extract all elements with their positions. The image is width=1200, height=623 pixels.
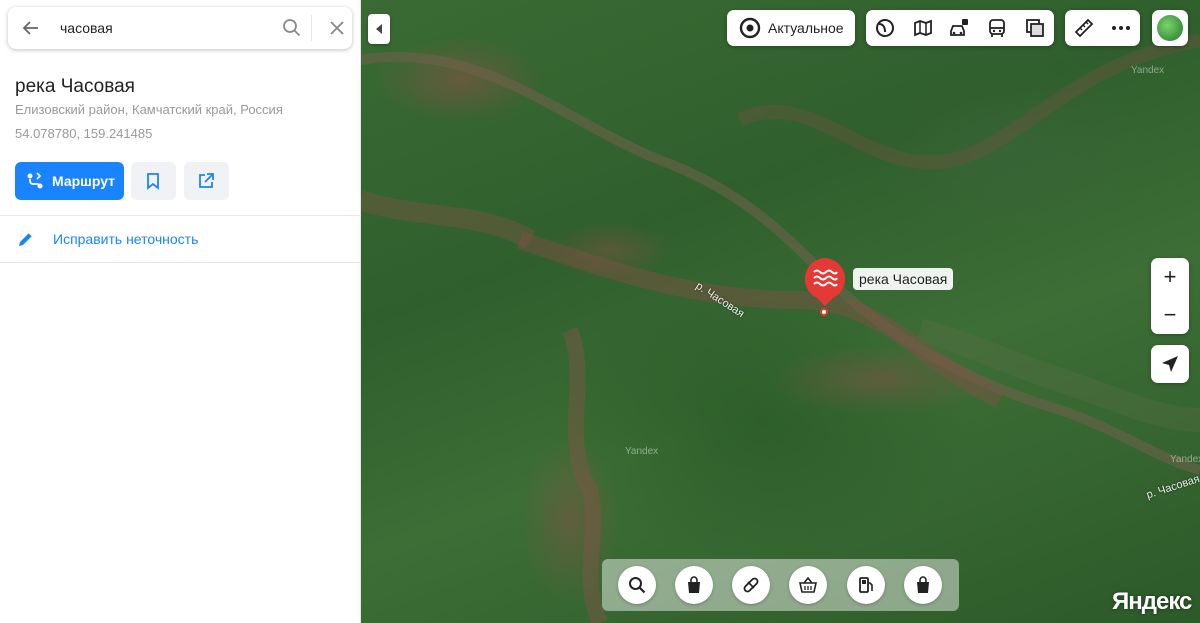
locate-me-button[interactable] xyxy=(1151,345,1189,383)
navigation-arrow-icon xyxy=(1162,356,1178,372)
grocery-basket-icon xyxy=(799,576,817,593)
place-address: Елизовский район, Камчатский край, Росси… xyxy=(15,102,283,117)
bookmark-icon xyxy=(147,173,159,190)
map-watermark: Yandex xyxy=(625,446,659,457)
search-bar: часовая xyxy=(8,7,352,49)
search-icon[interactable] xyxy=(281,17,303,39)
map-watermark: Yandex xyxy=(1170,454,1200,465)
satellite-map[interactable] xyxy=(360,0,1200,623)
map-watermark: Yandex xyxy=(1131,65,1165,76)
place-coordinates[interactable]: 54.078780, 159.241485 xyxy=(15,126,152,141)
search-icon xyxy=(629,577,646,594)
pencil-icon xyxy=(19,232,33,246)
share-icon xyxy=(199,173,214,188)
sidebar: часовая река Часовая Елизовский район, К… xyxy=(0,0,361,623)
ruler-icon[interactable] xyxy=(1073,17,1095,39)
fix-inaccuracy-label: Исправить неточность xyxy=(53,231,199,247)
category-shopping-button[interactable] xyxy=(904,566,942,604)
close-icon[interactable] xyxy=(326,17,348,39)
marker-point xyxy=(820,308,828,316)
fix-inaccuracy-link[interactable]: Исправить неточность xyxy=(0,216,360,262)
back-arrow-icon[interactable] xyxy=(20,17,42,39)
layers-icon[interactable] xyxy=(1024,17,1046,39)
user-avatar[interactable] xyxy=(1152,10,1188,46)
category-grocery-button[interactable] xyxy=(789,566,827,604)
map-type-icon[interactable] xyxy=(874,17,896,39)
gas-station-icon xyxy=(859,577,873,593)
bookmark-button[interactable] xyxy=(131,162,176,200)
category-pharmacy-button[interactable] xyxy=(732,566,770,604)
map-layers-toolbar xyxy=(866,10,1054,46)
caret-left-icon xyxy=(376,24,382,34)
tools-toolbar xyxy=(1065,10,1140,46)
target-icon xyxy=(739,17,761,39)
actual-layer-button[interactable]: Актуальное xyxy=(727,10,855,46)
zoom-control: + − xyxy=(1151,258,1189,334)
route-icon xyxy=(27,172,43,189)
zoom-in-button[interactable]: + xyxy=(1151,258,1189,296)
yandex-logo: Яндекс xyxy=(1112,588,1192,615)
search-divider xyxy=(311,15,312,41)
pharmacy-icon xyxy=(743,577,759,593)
collapse-sidebar-button[interactable] xyxy=(368,14,390,44)
actual-layer-label: Актуальное xyxy=(768,20,844,36)
traffic-icon[interactable] xyxy=(948,17,970,39)
route-button[interactable]: Маршрут xyxy=(15,162,124,200)
divider xyxy=(0,262,360,263)
avatar-image xyxy=(1157,15,1183,41)
panorama-icon[interactable] xyxy=(912,17,934,39)
shopping-bag-icon xyxy=(917,576,929,593)
category-gas-button[interactable] xyxy=(847,566,885,604)
map-terrain xyxy=(360,33,1200,623)
category-bar xyxy=(602,559,959,611)
place-marker[interactable] xyxy=(803,258,847,306)
more-icon[interactable] xyxy=(1110,17,1132,39)
place-title: река Часовая xyxy=(15,76,135,97)
category-shopping-button[interactable] xyxy=(675,566,713,604)
route-button-label: Маршрут xyxy=(52,173,116,189)
zoom-out-button[interactable]: − xyxy=(1151,296,1189,334)
transit-icon[interactable] xyxy=(986,17,1008,39)
shopping-bag-icon xyxy=(688,576,700,593)
marker-label[interactable]: река Часовая xyxy=(853,268,954,290)
search-input[interactable]: часовая xyxy=(60,20,113,36)
share-button[interactable] xyxy=(184,162,229,200)
category-search-button[interactable] xyxy=(618,566,656,604)
